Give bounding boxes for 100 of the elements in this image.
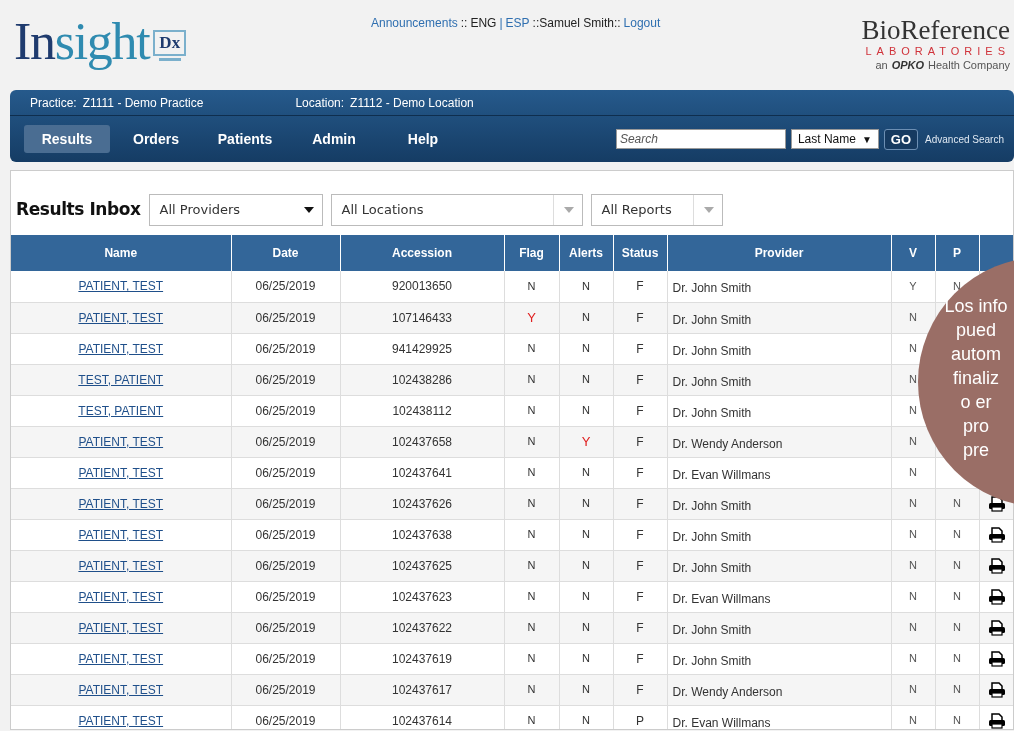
flag-text: N — [527, 466, 536, 479]
filter-dropdown[interactable]: All Reports — [590, 193, 723, 226]
alert-text: N — [582, 683, 590, 696]
patient-name-link[interactable]: PATIENT, TEST — [78, 651, 164, 666]
header-link[interactable]: Logout — [623, 14, 661, 32]
printed-text: N — [953, 683, 961, 696]
status-text: F — [636, 558, 644, 573]
patient-name-link[interactable]: PATIENT, TEST — [78, 341, 164, 356]
advanced-search-link[interactable]: Advanced Search — [925, 131, 1004, 147]
provider-text: Dr. John Smith — [672, 560, 752, 575]
patient-name-link[interactable]: PATIENT, TEST — [78, 310, 164, 325]
patient-name-link[interactable]: PATIENT, TEST — [78, 620, 164, 635]
patient-name-link[interactable]: PATIENT, TEST — [78, 434, 164, 449]
status-text: F — [636, 651, 644, 666]
date-text: 06/25/2019 — [255, 279, 316, 294]
patient-name-link[interactable]: PATIENT, TEST — [78, 527, 164, 542]
filter-dropdown[interactable]: All Locations — [330, 193, 583, 226]
flag-text: N — [527, 373, 536, 386]
print-icon[interactable] — [987, 588, 1006, 605]
header-link[interactable]: Announcements — [371, 14, 458, 32]
print-icon[interactable] — [987, 712, 1006, 729]
flag-text: Y — [527, 309, 536, 325]
provider-text: Dr. Evan Willmans — [672, 591, 771, 606]
patient-name-link[interactable]: PATIENT, TEST — [78, 682, 164, 697]
status-text: F — [636, 372, 644, 387]
viewed-text: N — [909, 652, 917, 665]
nav-tab[interactable]: Orders — [113, 125, 199, 153]
status-text: F — [636, 527, 644, 542]
provider-text: Dr. John Smith — [672, 374, 752, 389]
viewed-text: Y — [909, 280, 917, 292]
alert-text: N — [582, 497, 590, 510]
provider-text: Dr. John Smith — [672, 281, 752, 296]
patient-name-link[interactable]: PATIENT, TEST — [78, 279, 164, 294]
insight-logo-text: Insight — [14, 14, 150, 70]
status-text: F — [636, 589, 644, 604]
alert-text: N — [582, 311, 590, 324]
viewed-text: N — [909, 714, 917, 727]
printed-text: N — [953, 528, 961, 541]
flag-text: N — [527, 342, 536, 355]
provider-text: Dr. John Smith — [672, 529, 752, 544]
date-text: 06/25/2019 — [255, 620, 316, 635]
flag-text: N — [527, 497, 536, 510]
flag-text: N — [527, 528, 536, 541]
viewed-text: N — [909, 621, 917, 634]
patient-name-link[interactable]: PATIENT, TEST — [78, 713, 164, 728]
alert-text: N — [582, 404, 590, 417]
alert-text: Y — [581, 433, 591, 449]
search-field[interactable]: Search — [615, 129, 786, 149]
printed-text: N — [953, 590, 961, 603]
accession-text: 102437619 — [391, 651, 453, 666]
provider-text: Dr. John Smith — [672, 405, 752, 420]
date-text: 06/25/2019 — [255, 465, 316, 480]
viewed-text: N — [909, 683, 917, 696]
patient-name-link[interactable]: PATIENT, TEST — [78, 558, 164, 573]
provider-text: Dr. John Smith — [672, 622, 752, 637]
nav-tab[interactable]: Help — [380, 125, 466, 153]
alert-text: N — [582, 590, 590, 603]
alert-text: N — [582, 528, 590, 541]
patient-name-link[interactable]: PATIENT, TEST — [78, 496, 164, 511]
nav-tab[interactable]: Admin — [291, 125, 377, 153]
callout-text: pro — [963, 415, 989, 438]
flag-text: N — [527, 590, 536, 603]
accession-text: 920013650 — [391, 279, 453, 294]
date-text: 06/25/2019 — [255, 558, 316, 573]
header-text: ENG — [470, 15, 497, 32]
patient-name-link[interactable]: PATIENT, TEST — [78, 465, 164, 480]
date-text: 06/25/2019 — [255, 496, 316, 511]
alert-text: N — [582, 559, 590, 572]
viewed-text: N — [909, 342, 917, 355]
provider-text: Dr. John Smith — [672, 653, 752, 668]
print-icon[interactable] — [987, 681, 1006, 698]
nav-tab[interactable]: Patients — [202, 125, 288, 153]
patient-name-link[interactable]: PATIENT, TEST — [78, 589, 164, 604]
date-text: 06/25/2019 — [255, 651, 316, 666]
print-icon[interactable] — [987, 650, 1006, 667]
header-link[interactable]: ESP — [505, 14, 530, 32]
printed-text: N — [953, 652, 961, 665]
provider-text: Dr. John Smith — [672, 312, 752, 327]
viewed-text: N — [909, 404, 917, 417]
caret-icon: ▼ — [861, 131, 872, 147]
status-text: F — [636, 434, 644, 449]
print-icon[interactable] — [987, 557, 1006, 574]
filter-dropdown[interactable]: All Providers — [148, 193, 323, 226]
accession-text: 102437658 — [391, 434, 453, 449]
go-button[interactable]: GO — [883, 128, 919, 150]
accession-text: 102438286 — [391, 372, 453, 387]
print-icon[interactable] — [987, 619, 1006, 636]
nav-tab[interactable]: Results — [24, 125, 110, 153]
alert-text: N — [582, 280, 590, 292]
date-text: 06/25/2019 — [255, 527, 316, 542]
context-value: Z1111 - Demo Practice — [82, 94, 204, 112]
brand-name: BioReference — [861, 16, 1010, 44]
printed-text: N — [953, 559, 961, 572]
search-type-dropdown[interactable]: Last Name ▼ — [790, 129, 879, 149]
patient-name-link[interactable]: TEST, PATIENT — [78, 372, 164, 387]
patient-name-link[interactable]: TEST, PATIENT — [78, 403, 164, 418]
print-icon[interactable] — [987, 526, 1006, 543]
flag-text: N — [527, 652, 536, 665]
brand-tagline-text: OPKO — [891, 58, 925, 72]
date-text: 06/25/2019 — [255, 372, 316, 387]
